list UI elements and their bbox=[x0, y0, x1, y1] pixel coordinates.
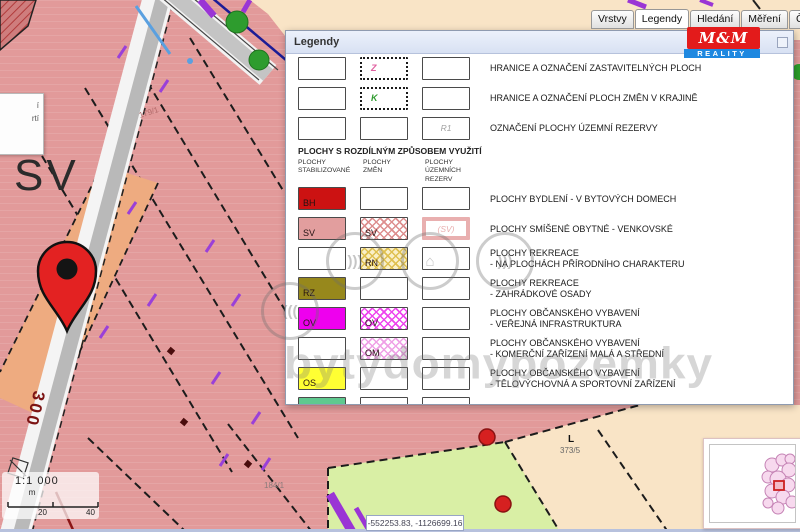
brand-logo-text: REALITY bbox=[684, 49, 760, 58]
legend-row: K HRANICE A OZNAČENÍ PLOCH ZMĚN V KRAJINĚ bbox=[286, 86, 793, 110]
legend-swatch bbox=[298, 247, 346, 270]
legend-swatch bbox=[360, 187, 408, 210]
legend-column-header: PLOCHY ÚZEMNÍCHREZERV bbox=[425, 159, 490, 184]
legend-body: Z HRANICE A OZNAČENÍ ZASTAVITELNÝCH PLOCH… bbox=[286, 54, 793, 405]
legend-column-header: PLOCHYZMĚN bbox=[363, 159, 425, 184]
legend-row-label: PLOCHY SMÍŠENÉ OBYTNÉ - VENKOVSKÉ bbox=[490, 224, 673, 235]
legend-row: R1 OZNAČENÍ PLOCHY ÚZEMNÍ REZERVY bbox=[286, 116, 793, 140]
scale-unit-label: m bbox=[2, 487, 62, 497]
overview-minimap[interactable] bbox=[703, 438, 800, 529]
legend-swatch bbox=[360, 277, 408, 300]
scale-tick-label: 40 bbox=[86, 508, 95, 517]
legend-panel: Legendy Z HRANICE A OZNAČENÍ ZASTAVITELNÝ… bbox=[285, 30, 794, 405]
legend-row: RN PLOCHY REKREACE- NA PLOCHÁCH PŘÍRODNÍH… bbox=[286, 247, 793, 270]
legend-swatch-r1: R1 bbox=[422, 117, 470, 140]
legend-swatch bbox=[298, 87, 346, 110]
legend-section-header: PLOCHY S ROZDÍLNÝM ZPŮSOBEM VYUŽITÍ bbox=[298, 146, 793, 156]
legend-row-label: PLOCHY OBČANSKÉHO VYBAVENÍ- TĚLOVÝCHOVNÁ… bbox=[490, 368, 676, 389]
legend-swatch bbox=[422, 277, 470, 300]
legend-swatch-sv: SV bbox=[360, 217, 408, 240]
legend-row-label: PLOCHY REKREACE- ZAHRÁDKOVÉ OSADY bbox=[490, 278, 592, 299]
legend-swatch-bh: BH bbox=[298, 187, 346, 210]
tab-vrstvy[interactable]: Vrstvy bbox=[591, 10, 634, 29]
legend-swatch-sv: (SV) bbox=[422, 217, 470, 240]
overview-map-shape bbox=[710, 445, 795, 522]
legend-row: RZ PLOCHY REKREACE- ZAHRÁDKOVÉ OSADY bbox=[286, 277, 793, 300]
legend-swatch bbox=[422, 187, 470, 210]
clipped-map-tooltip: í rtí bbox=[0, 93, 44, 155]
legend-row-label: PLOCHY OBČANSKÉHO VYBAVENÍ- KOMERČNÍ ZAŘ… bbox=[490, 338, 664, 359]
legend-swatch-rz: RZ bbox=[298, 277, 346, 300]
legend-column-header: PLOCHYSTABILIZOVANÉ bbox=[298, 159, 363, 184]
tab-legendy[interactable]: Legendy bbox=[635, 9, 689, 29]
legend-swatch-ov: OV bbox=[360, 307, 408, 330]
tab-zk[interactable]: ČÚZK bbox=[789, 10, 800, 29]
legend-row-label: PLOCHY BYDLENÍ - V BYTOVÝCH DOMECH bbox=[490, 194, 676, 205]
legend-swatch bbox=[422, 307, 470, 330]
legend-row: OS PLOCHY OBČANSKÉHO VYBAVENÍ- TĚLOVÝCHOV… bbox=[286, 367, 793, 390]
scale-ratio-label: 1:1 000 bbox=[2, 472, 99, 487]
legend-boundary-rows: Z HRANICE A OZNAČENÍ ZASTAVITELNÝCH PLOCH… bbox=[286, 56, 793, 140]
legend-swatch bbox=[298, 117, 346, 140]
legend-swatch bbox=[422, 337, 470, 360]
legend-swatch-k: K bbox=[360, 87, 408, 110]
legend-swatch bbox=[422, 367, 470, 390]
legend-row-label: PLOCHY OBČANSKÉHO VYBAVENÍ- VEŘEJNÁ INFR… bbox=[490, 308, 640, 329]
legend-swatch bbox=[422, 247, 470, 270]
legend-row: OV OV PLOCHY OBČANSKÉHO VYBAVENÍ- VEŘEJNÁ … bbox=[286, 307, 793, 330]
legend-swatch bbox=[422, 87, 470, 110]
legend-row: OM PLOCHY OBČANSKÉHO VYBAVENÍ- KOMERČNÍ Z… bbox=[286, 337, 793, 360]
legend-row: SV SV (SV) PLOCHY SMÍŠENÉ OBYTNÉ - VENKOVSK… bbox=[286, 217, 793, 240]
legend-swatch bbox=[298, 337, 346, 360]
legend-swatch bbox=[360, 117, 408, 140]
legend-row-label: HRANICE A OZNAČENÍ PLOCH ZMĚN V KRAJINĚ bbox=[490, 93, 698, 104]
legend-row-label: PLOCHY OBČANSKÉHO VYBAVENÍ bbox=[490, 404, 640, 405]
parcel-number-373: 373/5 bbox=[560, 446, 581, 455]
coordinates-readout: -552253.83, -1126699.16 bbox=[366, 515, 464, 531]
brand-logo-mark: M&M bbox=[687, 27, 760, 49]
legend-row: BH PLOCHY BYDLENÍ - V BYTOVÝCH DOMECH bbox=[286, 187, 793, 210]
legend-row-label: OZNAČENÍ PLOCHY ÚZEMNÍ REZERVY bbox=[490, 123, 658, 134]
legend-swatch-z: Z bbox=[360, 57, 408, 80]
overview-minimap-frame bbox=[709, 444, 796, 523]
legend-swatch bbox=[360, 397, 408, 405]
legend-row: PLOCHY OBČANSKÉHO VYBAVENÍ bbox=[286, 397, 793, 405]
parcel-letter-l: L bbox=[568, 434, 574, 445]
brand-logo[interactable]: M&M REALITY bbox=[684, 27, 762, 58]
legend-swatch bbox=[360, 367, 408, 390]
legend-row: Z HRANICE A OZNAČENÍ ZASTAVITELNÝCH PLOCH bbox=[286, 56, 793, 80]
scale-widget: 1:1 000 m 20 40 bbox=[2, 472, 99, 519]
legend-swatch bbox=[298, 57, 346, 80]
legend-swatch-om: OM bbox=[360, 337, 408, 360]
zone-label-sv: SV bbox=[14, 151, 79, 200]
legend-swatch bbox=[298, 397, 346, 405]
collapse-icon[interactable] bbox=[777, 37, 788, 48]
legend-row-label: PLOCHY REKREACE- NA PLOCHÁCH PŘÍRODNÍHO … bbox=[490, 248, 685, 269]
legend-swatch-os: OS bbox=[298, 367, 346, 390]
parcel-number-184: 184/1 bbox=[264, 481, 285, 490]
legend-zone-rows: BHPLOCHY BYDLENÍ - V BYTOVÝCH DOMECHSVSV… bbox=[286, 187, 793, 405]
legend-column-headers: PLOCHYSTABILIZOVANÉPLOCHYZMĚNPLOCHY ÚZEM… bbox=[286, 159, 793, 184]
legend-swatch-sv: SV bbox=[298, 217, 346, 240]
legend-swatch-ov: OV bbox=[298, 307, 346, 330]
scale-tick-label: 20 bbox=[38, 508, 47, 517]
legend-panel-title: Legendy bbox=[294, 36, 339, 48]
legend-swatch bbox=[422, 397, 470, 405]
legend-swatch bbox=[422, 57, 470, 80]
legend-swatch-rn: RN bbox=[360, 247, 408, 270]
legend-row-label: HRANICE A OZNAČENÍ ZASTAVITELNÝCH PLOCH bbox=[490, 63, 701, 74]
minimap-locator-rect bbox=[774, 481, 784, 490]
